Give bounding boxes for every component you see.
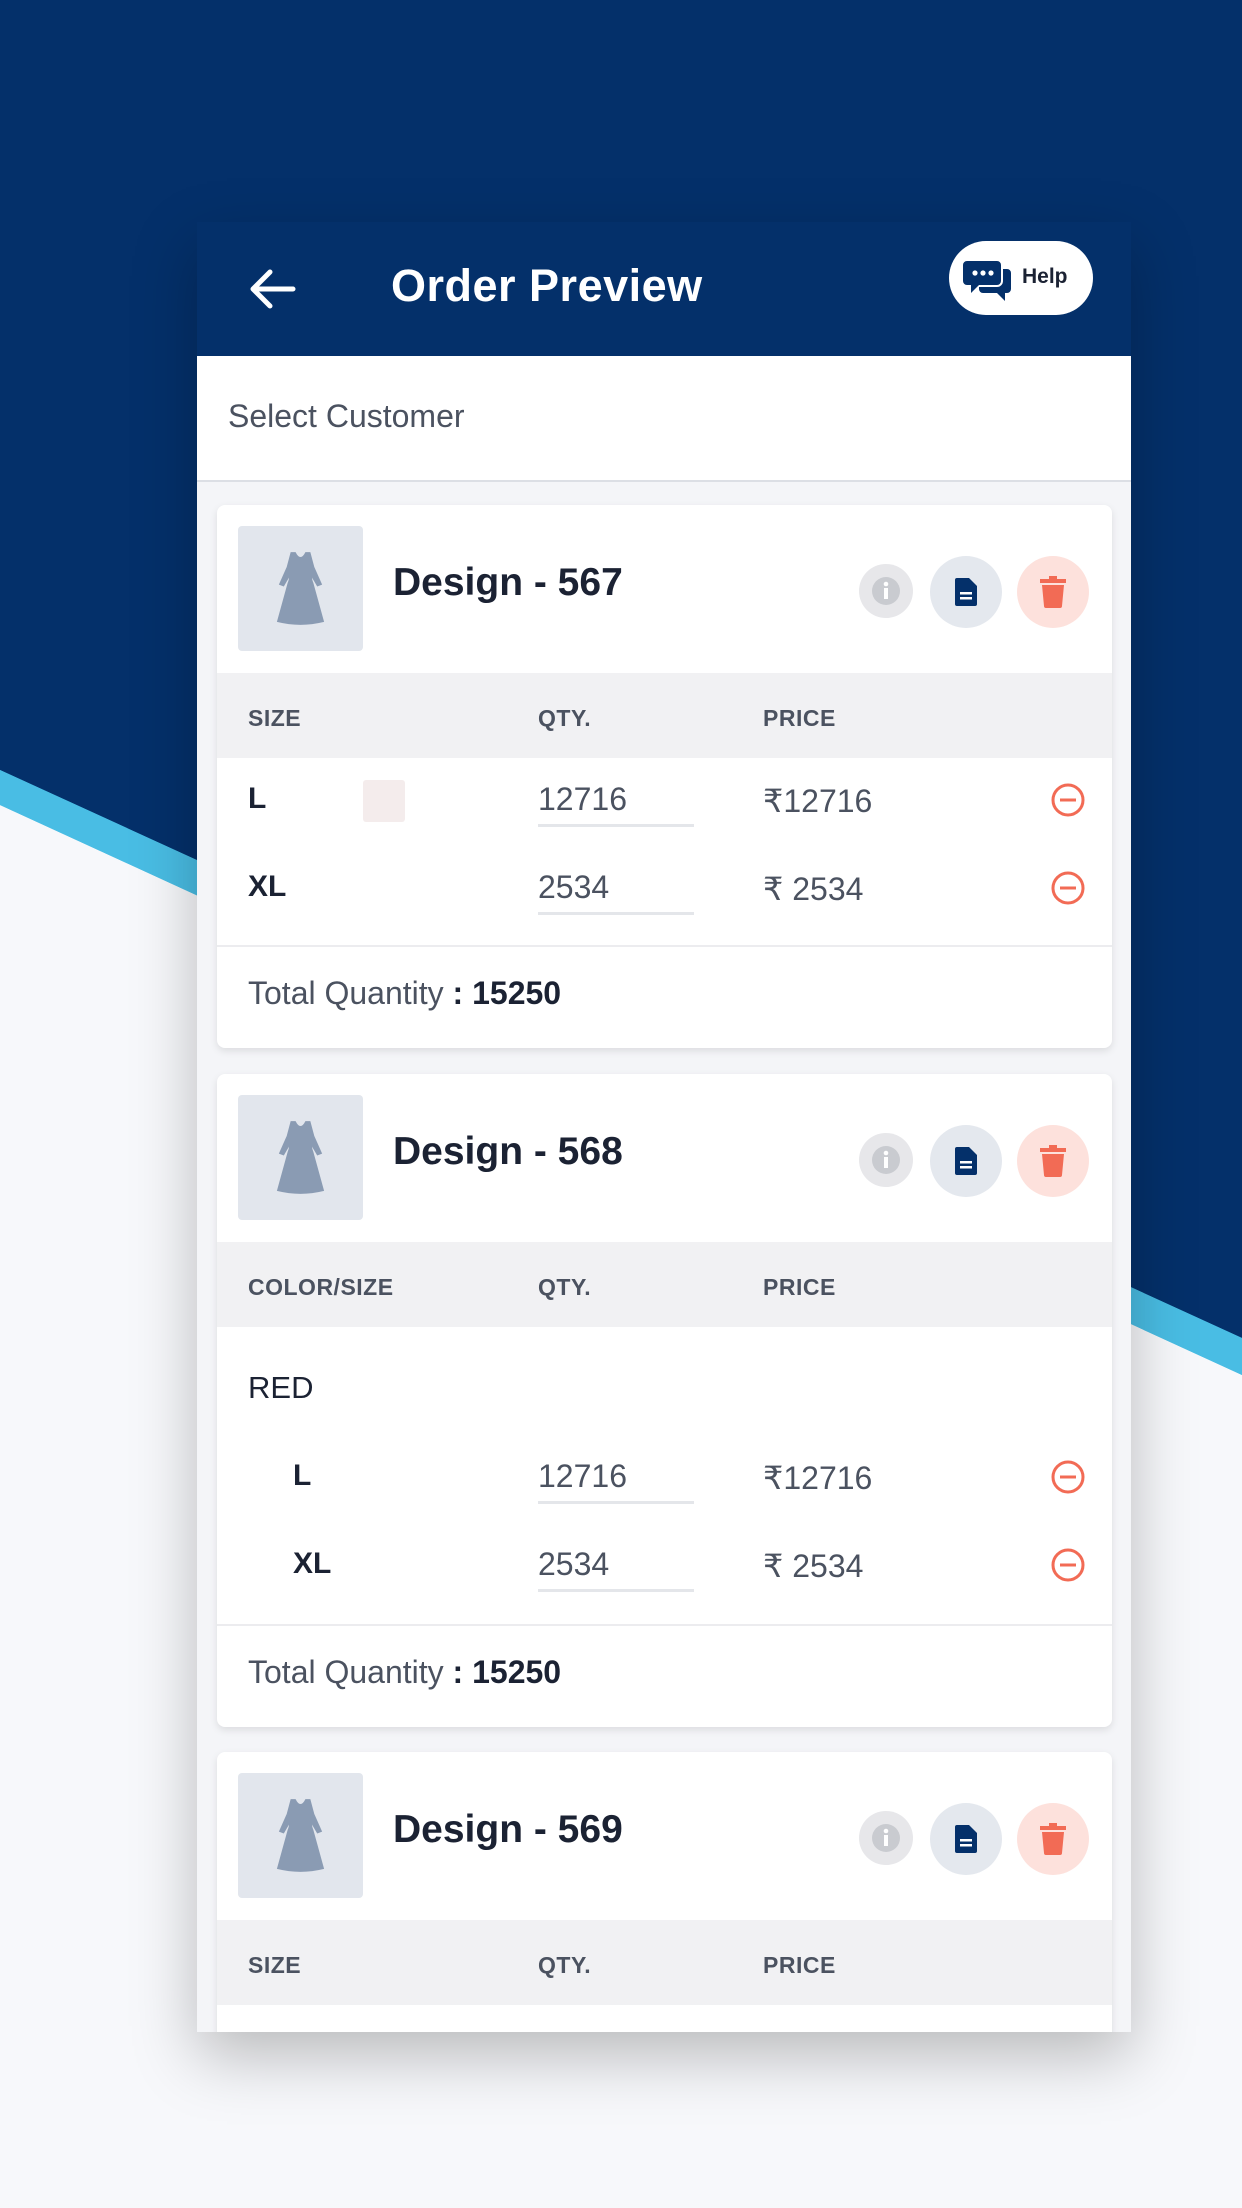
trash-icon bbox=[1040, 576, 1066, 608]
divider bbox=[217, 945, 1112, 947]
total-quantity-label: Total Quantity bbox=[248, 1654, 444, 1690]
table-row: L ₹12716 bbox=[217, 1435, 1112, 1521]
dress-icon bbox=[276, 1799, 325, 1872]
document-icon bbox=[955, 1147, 977, 1175]
customer-placeholder: Select Customer bbox=[228, 398, 465, 434]
total-quantity: Total Quantity : 15250 bbox=[248, 1654, 561, 1691]
card-header: Design - 569 bbox=[217, 1752, 1112, 1920]
price-value: ₹ 2534 bbox=[763, 871, 864, 907]
back-button[interactable] bbox=[245, 262, 299, 316]
document-button[interactable] bbox=[930, 1803, 1002, 1875]
dress-icon bbox=[276, 1121, 325, 1194]
app-screen: Order Preview Help Select Customer Desig… bbox=[197, 222, 1131, 2032]
info-button[interactable] bbox=[859, 564, 913, 618]
table-row: XL ₹ 2534 bbox=[217, 846, 1112, 932]
total-quantity-label: Total Quantity bbox=[248, 975, 444, 1011]
trash-icon bbox=[1040, 1145, 1066, 1177]
quantity-input[interactable] bbox=[538, 1451, 694, 1504]
column-header-qty: QTY. bbox=[538, 1274, 592, 1300]
delete-button[interactable] bbox=[1017, 1803, 1089, 1875]
design-card: Design - 569 SIZE QTY. PRICE bbox=[217, 1752, 1112, 2032]
info-icon bbox=[872, 1824, 900, 1852]
price-value: ₹12716 bbox=[763, 783, 873, 819]
delete-button[interactable] bbox=[1017, 556, 1089, 628]
dress-icon bbox=[276, 552, 325, 625]
trash-icon bbox=[1040, 1823, 1066, 1855]
price-value: ₹12716 bbox=[763, 1460, 873, 1496]
page-title: Order Preview bbox=[391, 260, 703, 311]
total-quantity-value: : 15250 bbox=[452, 1654, 562, 1690]
help-label: Help bbox=[1022, 265, 1068, 288]
size-label: XL bbox=[248, 870, 287, 903]
column-header-qty: QTY. bbox=[538, 705, 592, 731]
product-thumbnail[interactable] bbox=[238, 526, 363, 651]
column-header-color-size: COLOR/SIZE bbox=[248, 1274, 394, 1300]
total-quantity-value: : 15250 bbox=[452, 975, 562, 1011]
design-card: Design - 567 SIZE QTY. PRICE L 12716 ₹12… bbox=[217, 505, 1112, 1048]
info-button[interactable] bbox=[859, 1811, 913, 1865]
product-thumbnail[interactable] bbox=[238, 1095, 363, 1220]
table-row: L ₹12716 bbox=[217, 758, 1112, 844]
minus-circle-icon[interactable] bbox=[1050, 782, 1086, 818]
info-button[interactable] bbox=[859, 1133, 913, 1187]
column-header-size: SIZE bbox=[248, 705, 302, 731]
design-name: Design - 567 bbox=[393, 561, 623, 604]
quantity-input[interactable] bbox=[538, 1539, 694, 1592]
document-button[interactable] bbox=[930, 556, 1002, 628]
design-name: Design - 569 bbox=[393, 1808, 623, 1851]
color-group-row: RED bbox=[217, 1342, 1112, 1428]
minus-circle-icon[interactable] bbox=[1050, 1459, 1086, 1495]
column-header-size: SIZE bbox=[248, 1952, 302, 1978]
price-value: ₹ 2534 bbox=[763, 1548, 864, 1584]
table-row: XL ₹ 2534 bbox=[217, 1523, 1112, 1609]
app-bar: Order Preview Help bbox=[197, 222, 1131, 356]
quantity-input[interactable] bbox=[538, 862, 694, 915]
table-header: SIZE QTY. PRICE bbox=[217, 1920, 1112, 2005]
card-header: Design - 568 bbox=[217, 1074, 1112, 1242]
delete-button[interactable] bbox=[1017, 1125, 1089, 1197]
chat-bubbles-icon bbox=[963, 261, 1011, 301]
table-header: SIZE QTY. PRICE bbox=[217, 673, 1112, 758]
size-label: L bbox=[293, 1459, 312, 1492]
select-customer-field[interactable]: Select Customer bbox=[197, 356, 1131, 482]
table-header: COLOR/SIZE QTY. PRICE bbox=[217, 1242, 1112, 1327]
quantity-input[interactable] bbox=[538, 774, 694, 827]
info-icon bbox=[872, 577, 900, 605]
color-group-label: RED bbox=[248, 1370, 314, 1405]
column-header-qty: QTY. bbox=[538, 1952, 592, 1978]
column-header-price: PRICE bbox=[763, 1952, 836, 1978]
minus-circle-icon[interactable] bbox=[1050, 870, 1086, 906]
minus-circle-icon[interactable] bbox=[1050, 1547, 1086, 1583]
total-quantity: Total Quantity : 15250 bbox=[248, 975, 561, 1012]
design-name: Design - 568 bbox=[393, 1130, 623, 1173]
divider bbox=[217, 1624, 1112, 1626]
arrow-left-icon bbox=[250, 269, 296, 309]
document-icon bbox=[955, 1825, 977, 1853]
column-header-price: PRICE bbox=[763, 1274, 836, 1300]
document-button[interactable] bbox=[930, 1125, 1002, 1197]
product-thumbnail[interactable] bbox=[238, 1773, 363, 1898]
document-icon bbox=[955, 578, 977, 606]
color-swatch bbox=[363, 780, 405, 822]
size-label: L bbox=[248, 782, 267, 815]
design-card: Design - 568 COLOR/SIZE QTY. PRICE RED L… bbox=[217, 1074, 1112, 1727]
card-header: Design - 567 bbox=[217, 505, 1112, 673]
size-label: XL bbox=[293, 1547, 332, 1580]
help-button[interactable]: Help bbox=[949, 241, 1093, 315]
info-icon bbox=[872, 1146, 900, 1174]
column-header-price: PRICE bbox=[763, 705, 836, 731]
